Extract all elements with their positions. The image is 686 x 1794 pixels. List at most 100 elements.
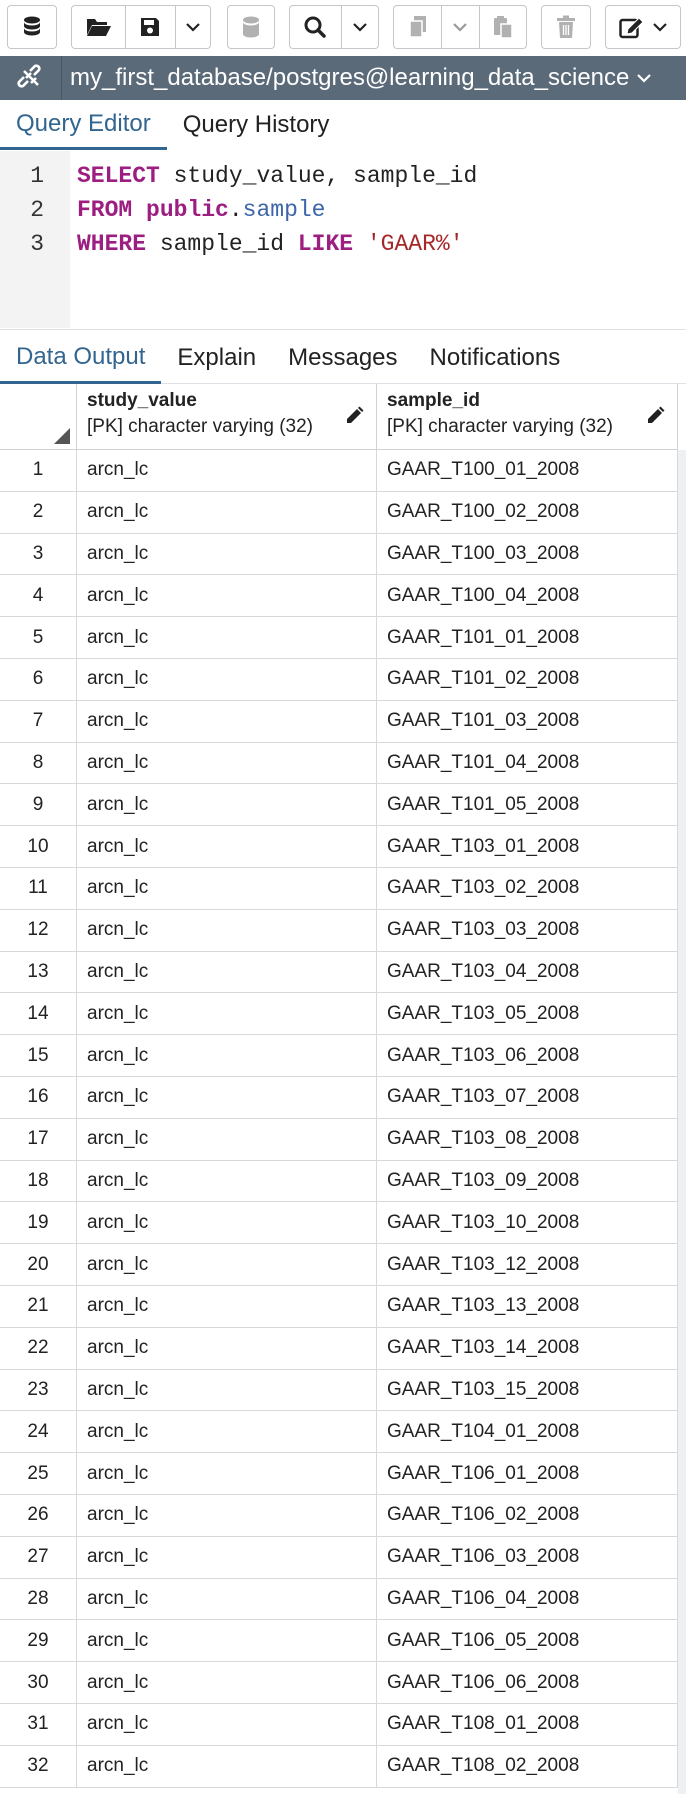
cell-sample-id[interactable]: GAAR_T103_10_2008	[377, 1202, 678, 1244]
table-row[interactable]: 16 arcn_lc GAAR_T103_07_2008	[0, 1077, 678, 1119]
cell-study-value[interactable]: arcn_lc	[77, 1704, 377, 1745]
cell-sample-id[interactable]: GAAR_T103_15_2008	[377, 1369, 678, 1411]
cell-study-value[interactable]: arcn_lc	[77, 1620, 377, 1662]
open-file-button[interactable]	[72, 6, 125, 48]
cell-sample-id[interactable]: GAAR_T103_12_2008	[377, 1244, 678, 1285]
table-row[interactable]: 31 arcn_lc GAAR_T108_01_2008	[0, 1704, 678, 1746]
edit-options-button[interactable]	[605, 5, 681, 49]
table-row[interactable]: 9 arcn_lc GAAR_T101_05_2008	[0, 784, 678, 827]
table-row[interactable]: 13 arcn_lc GAAR_T103_04_2008	[0, 951, 678, 994]
table-row[interactable]: 28 arcn_lc GAAR_T106_04_2008	[0, 1578, 678, 1621]
cell-sample-id[interactable]: GAAR_T100_04_2008	[377, 575, 678, 617]
cell-study-value[interactable]: arcn_lc	[77, 1745, 377, 1787]
copy-options-dropdown[interactable]	[441, 6, 478, 48]
cell-sample-id[interactable]: GAAR_T103_09_2008	[377, 1160, 678, 1202]
table-row[interactable]: 8 arcn_lc GAAR_T101_04_2008	[0, 742, 678, 785]
cell-sample-id[interactable]: GAAR_T103_04_2008	[377, 951, 678, 993]
cell-sample-id[interactable]: GAAR_T106_06_2008	[377, 1662, 678, 1703]
row-number[interactable]: 21	[0, 1286, 77, 1327]
cell-study-value[interactable]: arcn_lc	[77, 575, 377, 617]
cell-sample-id[interactable]: GAAR_T100_01_2008	[377, 450, 678, 491]
row-number[interactable]: 30	[0, 1662, 77, 1703]
cell-study-value[interactable]: arcn_lc	[77, 1327, 377, 1369]
row-number[interactable]: 4	[0, 575, 77, 617]
column-header-study-value[interactable]: study_value [PK] character varying (32)	[77, 384, 377, 450]
table-row[interactable]: 23 arcn_lc GAAR_T103_15_2008	[0, 1369, 678, 1412]
cell-study-value[interactable]: arcn_lc	[77, 533, 377, 575]
cell-study-value[interactable]: arcn_lc	[77, 868, 377, 909]
tab-notifications[interactable]: Notifications	[414, 332, 577, 384]
row-number[interactable]: 26	[0, 1495, 77, 1536]
row-number[interactable]: 11	[0, 868, 77, 909]
row-number[interactable]: 13	[0, 951, 77, 993]
find-options-dropdown[interactable]	[340, 6, 378, 48]
table-row[interactable]: 21 arcn_lc GAAR_T103_13_2008	[0, 1286, 678, 1328]
table-row[interactable]: 5 arcn_lc GAAR_T101_01_2008	[0, 617, 678, 659]
tab-data-output[interactable]: Data Output	[0, 332, 162, 384]
pencil-icon[interactable]	[645, 406, 665, 426]
cell-study-value[interactable]: arcn_lc	[77, 1578, 377, 1620]
cell-study-value[interactable]: arcn_lc	[77, 1369, 377, 1411]
cell-sample-id[interactable]: GAAR_T103_14_2008	[377, 1327, 678, 1369]
cell-study-value[interactable]: arcn_lc	[77, 909, 377, 951]
cell-sample-id[interactable]: GAAR_T108_01_2008	[377, 1704, 678, 1745]
tab-query-editor[interactable]: Query Editor	[0, 100, 167, 150]
row-number[interactable]: 14	[0, 993, 77, 1035]
row-number[interactable]: 25	[0, 1453, 77, 1494]
cell-study-value[interactable]: arcn_lc	[77, 1286, 377, 1327]
tab-explain[interactable]: Explain	[161, 332, 272, 384]
cell-sample-id[interactable]: GAAR_T100_03_2008	[377, 533, 678, 575]
cell-study-value[interactable]: arcn_lc	[77, 1202, 377, 1244]
row-number[interactable]: 24	[0, 1411, 77, 1453]
row-number[interactable]: 9	[0, 784, 77, 826]
cell-study-value[interactable]: arcn_lc	[77, 700, 377, 742]
row-number[interactable]: 20	[0, 1244, 77, 1285]
row-number[interactable]: 8	[0, 742, 77, 784]
cell-study-value[interactable]: arcn_lc	[77, 1077, 377, 1118]
table-row[interactable]: 29 arcn_lc GAAR_T106_05_2008	[0, 1620, 678, 1663]
delete-button[interactable]	[541, 5, 591, 49]
sql-editor[interactable]: 1 SELECT study_value, sample_id 2 FROM p…	[0, 151, 686, 330]
row-number[interactable]: 29	[0, 1620, 77, 1662]
row-number[interactable]: 31	[0, 1704, 77, 1745]
cell-sample-id[interactable]: GAAR_T103_05_2008	[377, 993, 678, 1035]
row-number[interactable]: 5	[0, 617, 77, 658]
cell-study-value[interactable]: arcn_lc	[77, 491, 377, 533]
cell-sample-id[interactable]: GAAR_T101_05_2008	[377, 784, 678, 826]
row-number[interactable]: 18	[0, 1160, 77, 1202]
cell-sample-id[interactable]: GAAR_T100_02_2008	[377, 491, 678, 533]
table-row[interactable]: 15 arcn_lc GAAR_T103_06_2008	[0, 1035, 678, 1077]
cell-sample-id[interactable]: GAAR_T101_04_2008	[377, 742, 678, 784]
table-row[interactable]: 4 arcn_lc GAAR_T100_04_2008	[0, 575, 678, 618]
cell-study-value[interactable]: arcn_lc	[77, 1536, 377, 1578]
table-row[interactable]: 2 arcn_lc GAAR_T100_02_2008	[0, 491, 678, 534]
row-number[interactable]: 7	[0, 700, 77, 742]
row-number[interactable]: 23	[0, 1369, 77, 1411]
table-row[interactable]: 20 arcn_lc GAAR_T103_12_2008	[0, 1244, 678, 1286]
cell-sample-id[interactable]: GAAR_T108_02_2008	[377, 1745, 678, 1787]
table-row[interactable]: 1 arcn_lc GAAR_T100_01_2008	[0, 450, 678, 492]
table-row[interactable]: 22 arcn_lc GAAR_T103_14_2008	[0, 1327, 678, 1370]
vertical-scrollbar[interactable]	[678, 450, 686, 1794]
table-row[interactable]: 30 arcn_lc GAAR_T106_06_2008	[0, 1662, 678, 1704]
cell-sample-id[interactable]: GAAR_T103_01_2008	[377, 826, 678, 867]
cell-sample-id[interactable]: GAAR_T106_01_2008	[377, 1453, 678, 1494]
row-number[interactable]: 22	[0, 1327, 77, 1369]
select-all-corner[interactable]	[0, 384, 77, 450]
cell-sample-id[interactable]: GAAR_T103_13_2008	[377, 1286, 678, 1327]
save-file-button[interactable]	[125, 6, 174, 48]
cell-sample-id[interactable]: GAAR_T106_05_2008	[377, 1620, 678, 1662]
cell-sample-id[interactable]: GAAR_T103_08_2008	[377, 1118, 678, 1160]
table-row[interactable]: 26 arcn_lc GAAR_T106_02_2008	[0, 1495, 678, 1537]
table-row[interactable]: 7 arcn_lc GAAR_T101_03_2008	[0, 700, 678, 743]
row-number[interactable]: 32	[0, 1745, 77, 1787]
row-number[interactable]: 10	[0, 826, 77, 867]
cell-study-value[interactable]: arcn_lc	[77, 1160, 377, 1202]
save-options-dropdown[interactable]	[174, 6, 210, 48]
cell-study-value[interactable]: arcn_lc	[77, 784, 377, 826]
cell-study-value[interactable]: arcn_lc	[77, 1662, 377, 1703]
column-header-sample-id[interactable]: sample_id [PK] character varying (32)	[377, 384, 678, 450]
cell-sample-id[interactable]: GAAR_T104_01_2008	[377, 1411, 678, 1453]
cell-study-value[interactable]: arcn_lc	[77, 993, 377, 1035]
cell-study-value[interactable]: arcn_lc	[77, 1453, 377, 1494]
